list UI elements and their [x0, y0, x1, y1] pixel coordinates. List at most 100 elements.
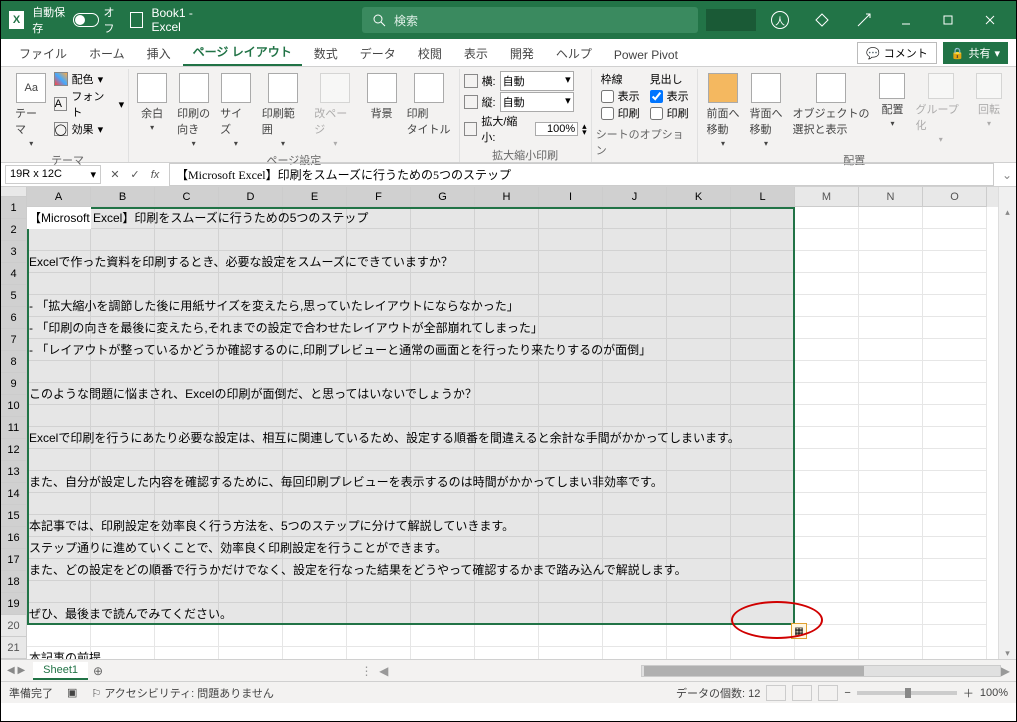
cell-L21[interactable] — [731, 647, 795, 659]
cell-J1[interactable] — [603, 207, 667, 229]
cell-D17[interactable] — [219, 559, 283, 581]
cell-H18[interactable] — [475, 581, 539, 603]
cell-M12[interactable] — [795, 449, 859, 471]
cell-J20[interactable] — [603, 625, 667, 647]
cell-H11[interactable] — [475, 427, 539, 449]
cell-A20[interactable] — [27, 625, 91, 647]
cell-N2[interactable] — [859, 229, 923, 251]
cell-I6[interactable] — [539, 317, 603, 339]
save-icon[interactable] — [130, 12, 144, 28]
cell-H12[interactable] — [475, 449, 539, 471]
premium-icon[interactable] — [804, 5, 840, 35]
cell-J14[interactable] — [603, 493, 667, 515]
cell-E5[interactable] — [283, 295, 347, 317]
cell-K16[interactable] — [667, 537, 731, 559]
cell-C8[interactable] — [155, 361, 219, 383]
printtitles-button[interactable]: 印刷 タイトル — [403, 71, 455, 139]
cell-G7[interactable] — [411, 339, 475, 361]
cell-O20[interactable] — [923, 625, 987, 647]
view-normal-icon[interactable] — [766, 685, 786, 701]
cell-C19[interactable] — [155, 603, 219, 625]
cell-D10[interactable] — [219, 405, 283, 427]
view-pagebreak-icon[interactable] — [818, 685, 838, 701]
cell-F15[interactable] — [347, 515, 411, 537]
margins-button[interactable]: 余白▾ — [133, 71, 171, 134]
cell-K5[interactable] — [667, 295, 731, 317]
cell-O14[interactable] — [923, 493, 987, 515]
cell-N12[interactable] — [859, 449, 923, 471]
cell-I19[interactable] — [539, 603, 603, 625]
cell-F14[interactable] — [347, 493, 411, 515]
cell-O21[interactable] — [923, 647, 987, 659]
cell-E17[interactable] — [283, 559, 347, 581]
cell-N10[interactable] — [859, 405, 923, 427]
cell-C17[interactable] — [155, 559, 219, 581]
cancel-icon[interactable]: ✕ — [105, 168, 125, 181]
cell-A4[interactable] — [27, 273, 91, 295]
cell-H7[interactable] — [475, 339, 539, 361]
row-header-9[interactable]: 9 — [1, 373, 27, 395]
cell-N1[interactable] — [859, 207, 923, 229]
toggle-switch-icon[interactable] — [73, 13, 100, 27]
search-box[interactable]: 検索 — [362, 7, 698, 33]
add-sheet-button[interactable]: ⊕ — [88, 664, 108, 678]
cell-M15[interactable] — [795, 515, 859, 537]
cell-L1[interactable] — [731, 207, 795, 229]
cell-M2[interactable] — [795, 229, 859, 251]
row-header-4[interactable]: 4 — [1, 263, 27, 285]
cell-A1[interactable] — [27, 207, 91, 229]
cell-H17[interactable] — [475, 559, 539, 581]
rotate-button[interactable]: 回転▾ — [972, 71, 1006, 130]
fx-icon[interactable]: fx — [145, 169, 165, 181]
cell-I7[interactable] — [539, 339, 603, 361]
cell-B14[interactable] — [91, 493, 155, 515]
cell-M8[interactable] — [795, 361, 859, 383]
cell-K20[interactable] — [667, 625, 731, 647]
cell-L19[interactable] — [731, 603, 795, 625]
row-header-7[interactable]: 7 — [1, 329, 27, 351]
cell-D6[interactable] — [219, 317, 283, 339]
row-header-3[interactable]: 3 — [1, 241, 27, 263]
cell-O13[interactable] — [923, 471, 987, 493]
cell-L16[interactable] — [731, 537, 795, 559]
cell-N6[interactable] — [859, 317, 923, 339]
cell-H19[interactable] — [475, 603, 539, 625]
cell-L13[interactable] — [731, 471, 795, 493]
width-dropdown[interactable]: 自動▾ — [500, 71, 574, 91]
cell-C11[interactable] — [155, 427, 219, 449]
comments-button[interactable]: 💬 コメント — [857, 42, 937, 64]
cell-E11[interactable] — [283, 427, 347, 449]
minimize-button[interactable] — [888, 5, 924, 35]
cell-K11[interactable] — [667, 427, 731, 449]
formula-input[interactable]: 【Microsoft Excel】印刷をスムーズに行うための5つのステップ — [169, 163, 994, 186]
cell-I14[interactable] — [539, 493, 603, 515]
cell-B2[interactable] — [91, 229, 155, 251]
cell-L15[interactable] — [731, 515, 795, 537]
cell-F10[interactable] — [347, 405, 411, 427]
cell-B9[interactable] — [91, 383, 155, 405]
cell-K18[interactable] — [667, 581, 731, 603]
cell-A6[interactable] — [27, 317, 91, 339]
name-box[interactable]: 19R x 12C▾ — [5, 165, 101, 184]
headings-print-checkbox[interactable] — [650, 107, 663, 120]
orientation-button[interactable]: 印刷の 向き▾ — [173, 71, 214, 150]
cell-L3[interactable] — [731, 251, 795, 273]
cell-A5[interactable] — [27, 295, 91, 317]
cell-A8[interactable] — [27, 361, 91, 383]
close-button[interactable] — [972, 5, 1008, 35]
cell-G3[interactable] — [411, 251, 475, 273]
cell-E9[interactable] — [283, 383, 347, 405]
expand-formula-icon[interactable]: ⌄ — [998, 168, 1016, 182]
cell-O5[interactable] — [923, 295, 987, 317]
cell-M3[interactable] — [795, 251, 859, 273]
cell-J18[interactable] — [603, 581, 667, 603]
cell-M6[interactable] — [795, 317, 859, 339]
row-header-8[interactable]: 8 — [1, 351, 27, 373]
cell-A9[interactable] — [27, 383, 91, 405]
cell-B10[interactable] — [91, 405, 155, 427]
col-header-A[interactable]: A — [27, 187, 91, 207]
cell-A3[interactable] — [27, 251, 91, 273]
col-header-K[interactable]: K — [667, 187, 731, 207]
cell-O16[interactable] — [923, 537, 987, 559]
zoom-in-icon[interactable]: ＋ — [963, 685, 974, 701]
